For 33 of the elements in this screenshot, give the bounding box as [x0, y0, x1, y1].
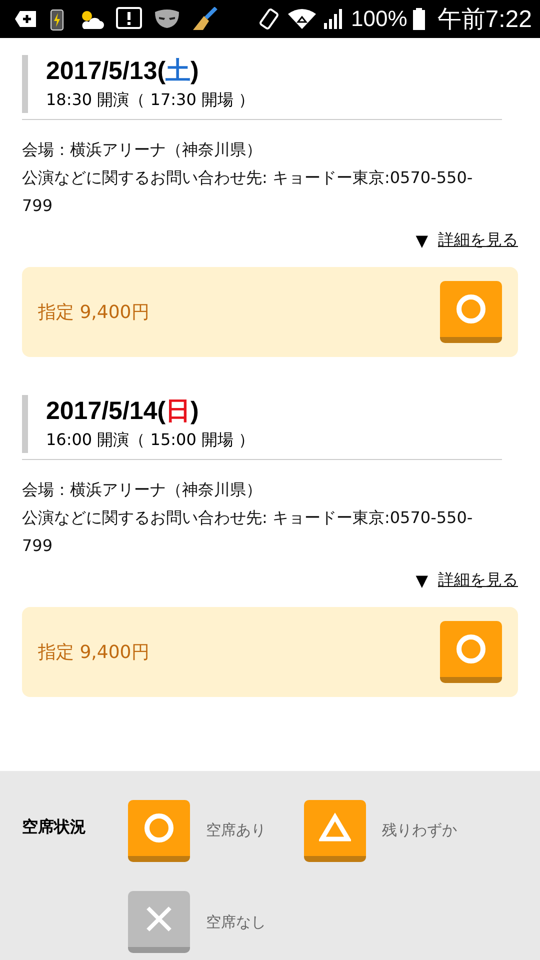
contact-text: 公演などに関するお問い合わせ先: キョードー東京:0570-550-799 [22, 507, 474, 557]
details-link[interactable]: 詳細を見る [438, 230, 518, 251]
battery-icon [413, 8, 426, 30]
venue-text: 会場：横浜アリーナ（神奈川県） [22, 479, 263, 501]
details-link[interactable]: 詳細を見る [438, 570, 518, 591]
mask-icon [154, 8, 180, 30]
legend-label: 空席なし [206, 912, 266, 932]
expand-icon[interactable]: ▼ [416, 571, 428, 590]
legend-label: 空席あり [206, 821, 266, 840]
legend-label: 残りわずか [382, 821, 457, 840]
legend-title: 空席状況 [22, 816, 87, 838]
broom-icon [192, 7, 218, 31]
event-date: 2017/5/14(日) [46, 396, 200, 427]
alert-icon [116, 7, 142, 31]
contact-text: 公演などに関するお問い合わせ先: キョードー東京:0570-550-799 [22, 167, 474, 217]
wifi-icon [287, 8, 317, 30]
signal-icon [323, 8, 345, 30]
seat-status-button[interactable] [440, 281, 502, 343]
ticket-price: 指定 9,400円 [38, 641, 150, 664]
expand-icon[interactable]: ▼ [416, 231, 428, 250]
rotation-icon [257, 7, 281, 31]
show-times: 16:00 開演（ 15:00 開場 ） [46, 429, 256, 451]
battery-level: 100% [351, 6, 408, 32]
clock: 午前7:22 [437, 5, 532, 35]
circle-icon [455, 633, 487, 665]
circle-icon [455, 293, 487, 325]
battery-charging-icon [50, 7, 64, 31]
venue-text: 会場：横浜アリーナ（神奈川県） [22, 139, 263, 161]
show-times: 18:30 開演（ 17:30 開場 ） [46, 89, 256, 111]
add-notification-icon [14, 9, 38, 29]
seat-status-button[interactable] [440, 621, 502, 683]
event-date: 2017/5/13(土) [46, 56, 200, 87]
ticket-price: 指定 9,400円 [38, 301, 150, 324]
